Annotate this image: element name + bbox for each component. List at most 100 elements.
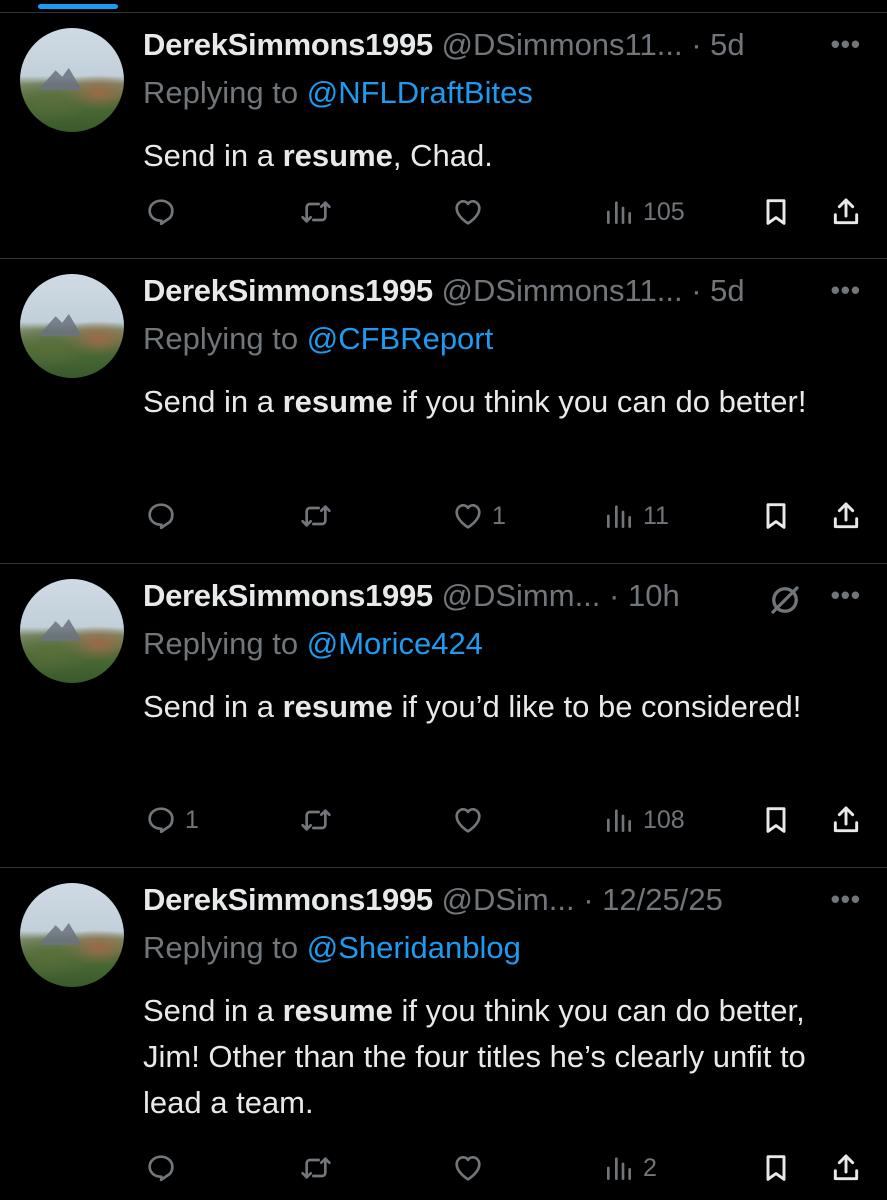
like-button[interactable]: [452, 1148, 492, 1188]
like-button[interactable]: [452, 800, 492, 840]
retweet-button[interactable]: [300, 192, 340, 232]
user-handle[interactable]: @DSim...: [442, 882, 575, 917]
more-icon[interactable]: •••: [831, 884, 861, 915]
tweet-text-bold: resume: [282, 384, 393, 419]
avatar[interactable]: [20, 28, 124, 132]
action-bar: 105: [0, 192, 887, 232]
reply-mention-link[interactable]: @CFBReport: [307, 321, 494, 356]
timestamp[interactable]: 5d: [710, 27, 744, 62]
heart-icon: [455, 200, 481, 225]
reply-button[interactable]: 1: [145, 800, 199, 840]
share-icon: [833, 502, 859, 529]
user-handle[interactable]: @DSimmons11...: [442, 273, 683, 308]
view-count: 11: [643, 501, 669, 530]
retweet-button[interactable]: [300, 496, 340, 536]
replying-to-label: Replying to: [143, 75, 307, 110]
heart-icon: [455, 504, 481, 529]
tweet-text: Send in a resume if you’d like to be con…: [143, 684, 843, 730]
views-icon: [607, 505, 631, 528]
action-bar: 2: [0, 1148, 887, 1188]
view-count: 2: [643, 1153, 657, 1182]
views-button[interactable]: 11: [603, 496, 669, 536]
bookmark-button[interactable]: [760, 1148, 792, 1188]
bookmark-icon: [766, 503, 786, 529]
like-button[interactable]: [452, 192, 492, 232]
reply-button[interactable]: [145, 192, 185, 232]
timestamp[interactable]: 5d: [710, 273, 744, 308]
tweet-text: Send in a resume, Chad.: [143, 133, 843, 179]
action-bar: 1 108: [0, 800, 887, 840]
share-button[interactable]: [830, 192, 862, 232]
reply-icon: [148, 199, 174, 226]
bookmark-button[interactable]: [760, 496, 792, 536]
separator-dot: ·: [583, 882, 594, 917]
tweet-text-start: Send in a: [143, 993, 283, 1028]
tweet-text: Send in a resume if you think you can do…: [143, 379, 843, 425]
tweet-text-bold: resume: [282, 138, 393, 173]
share-icon: [833, 198, 859, 225]
display-name[interactable]: DerekSimmons1995: [143, 27, 433, 62]
mute-icon: [771, 586, 799, 614]
view-count: 105: [643, 197, 685, 226]
tweet[interactable]: DerekSimmons1995 @DSimmons11... · 5d •••…: [0, 259, 887, 564]
replying-to: Replying to @Sheridanblog: [143, 930, 521, 966]
tweet[interactable]: DerekSimmons1995 @DSimm... · 10h ••• Rep…: [0, 564, 887, 868]
like-count: 1: [492, 501, 506, 530]
retweet-button[interactable]: [300, 1148, 340, 1188]
share-button[interactable]: [830, 496, 862, 536]
views-button[interactable]: 2: [603, 1148, 657, 1188]
more-icon[interactable]: •••: [831, 29, 861, 60]
bookmark-button[interactable]: [760, 800, 792, 840]
action-bar: 1 11: [0, 496, 887, 536]
timestamp[interactable]: 12/25/25: [602, 882, 723, 917]
reply-mention-link[interactable]: @NFLDraftBites: [307, 75, 533, 110]
avatar[interactable]: [20, 579, 124, 683]
views-icon: [607, 201, 631, 224]
reply-icon: [148, 1155, 174, 1182]
tweet-text-end: if you think you can do better!: [392, 384, 807, 419]
tweet-text-start: Send in a: [143, 689, 283, 724]
views-icon: [607, 1157, 631, 1180]
like-button[interactable]: 1: [452, 496, 506, 536]
views-button[interactable]: 105: [603, 192, 685, 232]
avatar[interactable]: [20, 883, 124, 987]
retweet-button[interactable]: [300, 800, 340, 840]
tweet-text: Send in a resume if you think you can do…: [143, 988, 843, 1126]
more-icon[interactable]: •••: [831, 580, 861, 611]
user-handle[interactable]: @DSimm...: [442, 578, 601, 613]
bookmark-icon: [766, 1155, 786, 1181]
timestamp[interactable]: 10h: [628, 578, 680, 613]
replying-to-label: Replying to: [143, 930, 307, 965]
display-name[interactable]: DerekSimmons1995: [143, 273, 433, 308]
bookmark-icon: [766, 199, 786, 225]
more-icon[interactable]: •••: [831, 275, 861, 306]
reply-button[interactable]: [145, 1148, 185, 1188]
reply-button[interactable]: [145, 496, 185, 536]
tweet-header: DerekSimmons1995 @DSim... · 12/25/25 •••: [143, 882, 867, 922]
separator-dot: ·: [691, 273, 702, 308]
display-name[interactable]: DerekSimmons1995: [143, 882, 433, 917]
bookmark-icon: [766, 807, 786, 833]
share-button[interactable]: [830, 1148, 862, 1188]
retweet-icon: [301, 505, 331, 527]
reply-mention-link[interactable]: @Morice424: [307, 626, 483, 661]
reply-mention-link[interactable]: @Sheridanblog: [307, 930, 521, 965]
tweet-text-start: Send in a: [143, 138, 283, 173]
bookmark-button[interactable]: [760, 192, 792, 232]
display-name[interactable]: DerekSimmons1995: [143, 578, 433, 613]
replying-to-label: Replying to: [143, 321, 307, 356]
tweet-header: DerekSimmons1995 @DSimmons11... · 5d •••: [143, 27, 867, 67]
tweet-header: DerekSimmons1995 @DSimmons11... · 5d •••: [143, 273, 867, 313]
views-button[interactable]: 108: [603, 800, 685, 840]
replying-to: Replying to @Morice424: [143, 626, 483, 662]
retweet-icon: [301, 1157, 331, 1179]
avatar[interactable]: [20, 274, 124, 378]
tweet[interactable]: DerekSimmons1995 @DSim... · 12/25/25 •••…: [0, 868, 887, 1200]
tweet-text-bold: resume: [282, 993, 393, 1028]
tweet-header: DerekSimmons1995 @DSimm... · 10h •••: [143, 578, 867, 618]
share-button[interactable]: [830, 800, 862, 840]
tweet[interactable]: DerekSimmons1995 @DSimmons11... · 5d •••…: [0, 13, 887, 259]
view-count: 108: [643, 805, 685, 834]
heart-icon: [455, 1156, 481, 1181]
user-handle[interactable]: @DSimmons11...: [442, 27, 683, 62]
